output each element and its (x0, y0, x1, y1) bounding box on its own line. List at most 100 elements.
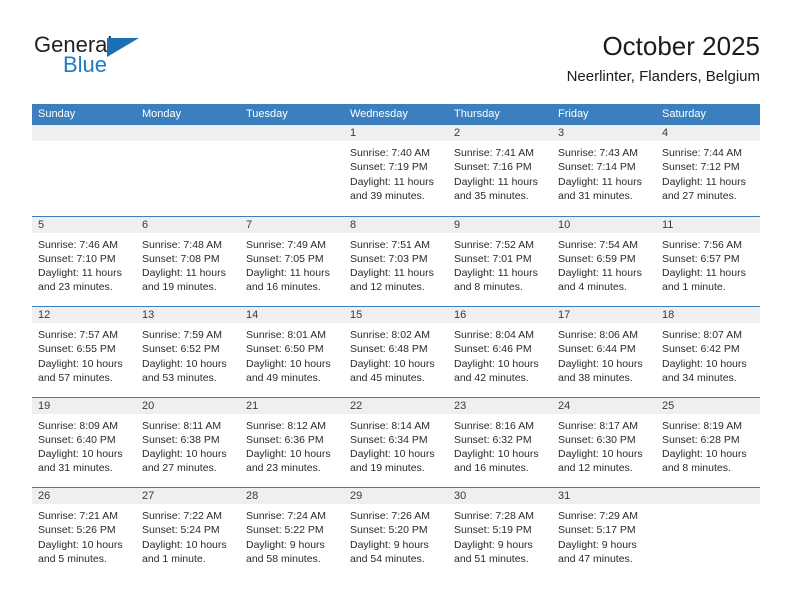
day-cell[interactable]: 27 Sunrise: 7:22 AM Sunset: 5:24 PM Dayligh… (136, 488, 240, 578)
day-detail-line: Sunrise: 7:51 AM (350, 238, 430, 251)
day-detail-line: and 53 minutes. (142, 371, 217, 384)
page-subtitle: Neerlinter, Flanders, Belgium (566, 68, 760, 85)
week-row: 26 Sunrise: 7:21 AM Sunset: 5:26 PM Dayligh… (32, 487, 760, 578)
day-cell[interactable]: 17 Sunrise: 8:06 AM Sunset: 6:44 PM Dayligh… (552, 307, 656, 397)
day-detail-line: Daylight: 11 hours (558, 267, 642, 280)
day-cell[interactable]: 5 Sunrise: 7:46 AM Sunset: 7:10 PM Daylight… (32, 216, 136, 306)
day-detail-line: Sunset: 7:03 PM (350, 252, 428, 265)
day-number: 28 (246, 490, 259, 502)
day-details: Sunrise: 7:56 AM Sunset: 6:57 PM Daylight:… (656, 234, 760, 295)
day-number: 14 (246, 309, 259, 321)
day-detail-line: and 19 minutes. (350, 462, 425, 475)
day-details: Sunrise: 8:01 AM Sunset: 6:50 PM Daylight:… (240, 324, 344, 385)
day-cell[interactable]: 15 Sunrise: 8:02 AM Sunset: 6:48 PM Dayligh… (344, 307, 448, 397)
day-cell[interactable]: 25 Sunrise: 8:19 AM Sunset: 6:28 PM Dayligh… (656, 397, 760, 487)
day-cell[interactable]: 31 Sunrise: 7:29 AM Sunset: 5:17 PM Dayligh… (552, 488, 656, 578)
day-details: Sunrise: 8:12 AM Sunset: 6:36 PM Daylight:… (240, 415, 344, 476)
day-cell[interactable]: 23 Sunrise: 8:16 AM Sunset: 6:32 PM Dayligh… (448, 397, 552, 487)
day-detail-line: Sunrise: 7:28 AM (454, 510, 534, 522)
day-details: Sunrise: 8:17 AM Sunset: 6:30 PM Daylight:… (552, 415, 656, 476)
day-detail-line: Sunrise: 7:41 AM (454, 147, 534, 159)
day-number: 23 (454, 399, 467, 412)
day-cell[interactable]: 28 Sunrise: 7:24 AM Sunset: 5:22 PM Dayligh… (240, 488, 344, 578)
day-detail-line: Sunrise: 7:48 AM (142, 238, 222, 251)
day-detail-line: and 8 minutes. (662, 462, 731, 475)
day-cell[interactable]: 4 Sunrise: 7:44 AM Sunset: 7:12 PM Daylight… (656, 125, 760, 216)
day-cell[interactable]: 22 Sunrise: 8:14 AM Sunset: 6:34 PM Dayligh… (344, 397, 448, 487)
day-detail-line: Sunset: 6:42 PM (662, 343, 740, 356)
day-cell-empty (656, 488, 760, 578)
day-detail-line: Daylight: 9 hours (454, 538, 533, 551)
day-detail-line: Sunset: 5:17 PM (558, 524, 636, 537)
day-cell[interactable]: 14 Sunrise: 8:01 AM Sunset: 6:50 PM Dayligh… (240, 307, 344, 397)
day-detail-line: Sunrise: 7:43 AM (558, 147, 638, 159)
day-cell[interactable]: 30 Sunrise: 7:28 AM Sunset: 5:19 PM Dayligh… (448, 488, 552, 578)
calendar-page: General Blue October 2025 Neerlinter, Fl… (0, 0, 792, 612)
day-cell[interactable]: 8 Sunrise: 7:51 AM Sunset: 7:03 PM Daylight… (344, 216, 448, 306)
day-number-band (240, 125, 344, 142)
day-cell[interactable]: 2 Sunrise: 7:41 AM Sunset: 7:16 PM Daylight… (448, 125, 552, 216)
day-detail-line: Daylight: 11 hours (246, 267, 330, 280)
day-detail-line: Sunset: 5:19 PM (454, 524, 532, 537)
day-cell[interactable]: 10 Sunrise: 7:54 AM Sunset: 6:59 PM Dayligh… (552, 216, 656, 306)
day-number-band (656, 125, 760, 142)
day-detail-line: Sunrise: 8:12 AM (246, 419, 326, 432)
week-row: 1 Sunrise: 7:40 AM Sunset: 7:19 PM Daylight… (32, 125, 760, 216)
day-detail-line: and 8 minutes. (454, 281, 523, 294)
day-cell[interactable]: 1 Sunrise: 7:40 AM Sunset: 7:19 PM Daylight… (344, 125, 448, 216)
day-number-band (344, 125, 448, 142)
day-cell[interactable]: 29 Sunrise: 7:26 AM Sunset: 5:20 PM Dayligh… (344, 488, 448, 578)
day-detail-line: Sunset: 6:55 PM (38, 343, 116, 356)
day-detail-line: Daylight: 10 hours (454, 448, 539, 461)
day-detail-line: Sunrise: 7:56 AM (662, 238, 742, 251)
day-number-band (552, 125, 656, 142)
day-detail-line: Daylight: 11 hours (142, 267, 226, 280)
day-cell[interactable]: 21 Sunrise: 8:12 AM Sunset: 6:36 PM Dayligh… (240, 397, 344, 487)
day-cell[interactable]: 16 Sunrise: 8:04 AM Sunset: 6:46 PM Dayligh… (448, 307, 552, 397)
day-number-band (344, 216, 448, 234)
day-cell-empty (136, 125, 240, 216)
day-number-band (32, 125, 136, 142)
day-detail-line: Sunset: 6:52 PM (142, 343, 220, 356)
day-cell[interactable]: 20 Sunrise: 8:11 AM Sunset: 6:38 PM Dayligh… (136, 397, 240, 487)
day-number: 21 (246, 399, 259, 412)
day-number: 3 (558, 127, 565, 139)
day-detail-line: Sunset: 6:44 PM (558, 343, 636, 356)
day-detail-line: Daylight: 10 hours (558, 448, 643, 461)
day-detail-line: Sunrise: 8:04 AM (454, 329, 534, 341)
day-detail-line: Sunset: 6:34 PM (350, 433, 428, 446)
day-detail-line: and 16 minutes. (454, 462, 529, 475)
day-details: Sunrise: 7:48 AM Sunset: 7:08 PM Daylight:… (136, 234, 240, 295)
day-detail-line: Sunset: 6:50 PM (246, 343, 324, 356)
day-detail-line: Sunset: 6:40 PM (38, 433, 116, 446)
day-cell[interactable]: 24 Sunrise: 8:17 AM Sunset: 6:30 PM Dayligh… (552, 397, 656, 487)
day-detail-line: Sunset: 5:24 PM (142, 524, 220, 537)
day-cell[interactable]: 18 Sunrise: 8:07 AM Sunset: 6:42 PM Dayligh… (656, 307, 760, 397)
day-detail-line: Sunset: 5:26 PM (38, 524, 116, 537)
day-cell[interactable]: 13 Sunrise: 7:59 AM Sunset: 6:52 PM Dayligh… (136, 307, 240, 397)
day-detail-line: Sunrise: 7:21 AM (38, 510, 118, 522)
day-number: 16 (454, 309, 467, 321)
day-detail-line: Sunset: 7:16 PM (454, 161, 532, 174)
day-cell[interactable]: 12 Sunrise: 7:57 AM Sunset: 6:55 PM Dayligh… (32, 307, 136, 397)
day-details: Sunrise: 7:41 AM Sunset: 7:16 PM Daylight:… (448, 142, 552, 203)
day-number: 26 (38, 490, 51, 502)
day-cell[interactable]: 3 Sunrise: 7:43 AM Sunset: 7:14 PM Daylight… (552, 125, 656, 216)
day-cell[interactable]: 11 Sunrise: 7:56 AM Sunset: 6:57 PM Dayligh… (656, 216, 760, 306)
day-cell[interactable]: 9 Sunrise: 7:52 AM Sunset: 7:01 PM Daylight… (448, 216, 552, 306)
day-cell[interactable]: 7 Sunrise: 7:49 AM Sunset: 7:05 PM Daylight… (240, 216, 344, 306)
day-detail-line: and 31 minutes. (38, 462, 113, 475)
day-detail-line: and 58 minutes. (246, 552, 321, 565)
day-detail-line: Daylight: 10 hours (38, 357, 123, 370)
day-cell[interactable]: 26 Sunrise: 7:21 AM Sunset: 5:26 PM Dayligh… (32, 488, 136, 578)
day-detail-line: Sunset: 7:01 PM (454, 252, 532, 265)
day-detail-line: Sunset: 7:14 PM (558, 161, 636, 174)
day-detail-line: Sunrise: 8:17 AM (558, 419, 638, 432)
day-detail-line: Sunrise: 8:11 AM (142, 419, 222, 432)
day-detail-line: Sunrise: 8:02 AM (350, 329, 430, 341)
general-blue-logo[interactable]: General Blue (32, 33, 232, 91)
day-cell[interactable]: 6 Sunrise: 7:48 AM Sunset: 7:08 PM Daylight… (136, 216, 240, 306)
day-cell[interactable]: 19 Sunrise: 8:09 AM Sunset: 6:40 PM Dayligh… (32, 397, 136, 487)
day-detail-line: Daylight: 11 hours (558, 175, 642, 188)
day-detail-line: Sunset: 7:08 PM (142, 252, 220, 265)
